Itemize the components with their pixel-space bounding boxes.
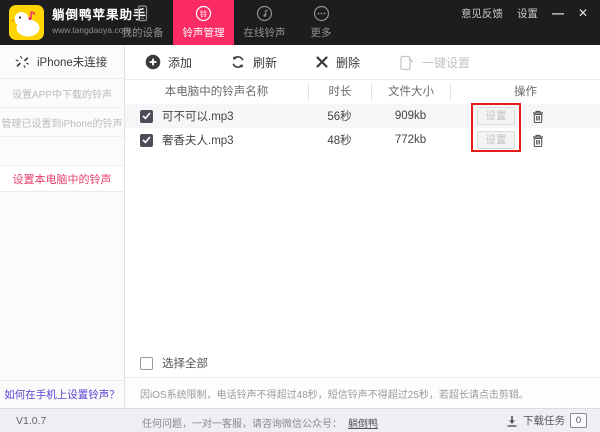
download-label: 下载任务	[523, 413, 565, 428]
header-action: 操作	[450, 83, 600, 101]
sidebar-help-link[interactable]: 如何在手机上设置铃声？	[0, 380, 124, 408]
notice-text: 因iOS系统限制，电话铃声不得超过48秒，短信铃声不得超过25秒，若超长请点击剪…	[140, 386, 529, 401]
cell-actions: 设置	[450, 107, 600, 125]
app-window: 躺倒鸭苹果助手 www.tangdaoya.com 我的设备 铃	[0, 0, 600, 432]
delete-label: 删除	[336, 54, 360, 71]
header-duration: 时长	[308, 83, 371, 101]
download-tasks-button[interactable]: 下载任务 0	[506, 413, 587, 428]
tab-label: 更多	[311, 25, 332, 40]
feedback-link[interactable]: 意见反馈	[461, 6, 503, 21]
tab-label: 铃声管理	[183, 25, 225, 40]
toolbar: 添加 刷新 删除	[125, 45, 600, 80]
add-button[interactable]: 添加	[145, 54, 192, 71]
phone-setup-icon	[398, 54, 415, 71]
download-count-badge: 0	[570, 413, 587, 428]
trash-icon[interactable]	[532, 134, 544, 147]
row-checkbox-checked[interactable]	[140, 134, 153, 147]
tab-label: 在线铃声	[244, 25, 286, 40]
one-key-setup-button[interactable]: 一键设置	[398, 54, 470, 71]
trash-icon[interactable]	[532, 110, 544, 123]
tab-ringtone-manage[interactable]: 铃 铃声管理	[173, 0, 234, 45]
sidebar-item-app-ringtones[interactable]: 设置APP中下载的铃声	[0, 79, 124, 108]
ringtone-name: 奢香夫人.mp3	[162, 132, 234, 148]
table-row: 奢香夫人.mp3 48秒 772kb 设置	[125, 128, 600, 152]
refresh-icon	[230, 54, 246, 70]
main-content: 添加 刷新 删除	[125, 45, 600, 408]
refresh-label: 刷新	[253, 54, 277, 71]
sidebar-item-label: 设置APP中下载的铃声	[12, 86, 112, 101]
titlebar-actions: 意见反馈 设置 — ✕	[461, 0, 588, 26]
delete-button[interactable]: 删除	[315, 54, 360, 71]
close-button[interactable]: ✕	[578, 7, 588, 19]
header-name: 本电脑中的铃声名称	[125, 83, 308, 101]
svg-text:铃: 铃	[200, 8, 208, 18]
statusbar: V1.0.7 任何问题，一对一客服，请咨询微信公众号： 躺倒鸭 下载任务 0	[0, 408, 600, 432]
titlebar: 躺倒鸭苹果助手 www.tangdaoya.com 我的设备 铃	[0, 0, 600, 45]
download-icon	[506, 415, 518, 427]
settings-link[interactable]: 设置	[517, 6, 538, 21]
set-ringtone-button[interactable]: 设置	[477, 131, 515, 149]
ringtone-name: 可不可以.mp3	[162, 108, 234, 124]
ringtone-duration: 56秒	[308, 108, 371, 124]
more-icon	[313, 5, 330, 22]
refresh-button[interactable]: 刷新	[230, 54, 277, 71]
wechat-account-link[interactable]: 躺倒鸭	[348, 415, 378, 430]
ringtone-size: 772kb	[371, 134, 450, 146]
minimize-button[interactable]: —	[552, 7, 564, 19]
broken-link-icon	[15, 55, 30, 69]
table-header: 本电脑中的铃声名称 时长 文件大小 操作	[125, 80, 600, 104]
set-ringtone-button[interactable]: 设置	[477, 107, 515, 125]
sidebar-item-local-ringtones-active[interactable]: 设置本电脑中的铃声	[0, 165, 124, 192]
add-icon	[145, 54, 161, 70]
version-label: V1.0.7	[16, 415, 46, 427]
ios-limit-notice: 因iOS系统限制，电话铃声不得超过48秒，短信铃声不得超过25秒，若超长请点击剪…	[125, 377, 600, 408]
ringtone-size: 909kb	[371, 110, 450, 122]
sidebar-item-label: 管理已设置到iPhone的铃声	[1, 115, 122, 130]
cell-name: 奢香夫人.mp3	[125, 132, 308, 148]
ringtone-icon: 铃	[195, 5, 212, 22]
header-size: 文件大小	[371, 83, 450, 101]
cell-name: 可不可以.mp3	[125, 108, 308, 124]
select-all-label: 选择全部	[162, 355, 208, 371]
row-checkbox-checked[interactable]	[140, 110, 153, 123]
app-logo-duck-icon	[9, 5, 44, 40]
connection-label: iPhone未连接	[37, 54, 107, 70]
support-text: 任何问题，一对一客服，请咨询微信公众号： 躺倒鸭	[142, 415, 378, 430]
sidebar-connection-status: iPhone未连接	[0, 45, 124, 79]
support-message: 任何问题，一对一客服，请咨询微信公众号：	[142, 415, 342, 430]
main-tabs: 我的设备 铃 铃声管理	[112, 0, 347, 45]
tab-more[interactable]: 更多	[295, 0, 347, 45]
tab-online-ringtones[interactable]: 在线铃声	[234, 0, 295, 45]
music-icon	[256, 5, 273, 22]
ringtone-duration: 48秒	[308, 132, 371, 148]
delete-x-icon	[315, 55, 329, 69]
one-key-label: 一键设置	[422, 54, 470, 71]
tab-my-devices[interactable]: 我的设备	[112, 0, 173, 45]
help-link-label: 如何在手机上设置铃声？	[4, 387, 120, 402]
sidebar-item-iphone-ringtones[interactable]: 管理已设置到iPhone的铃声	[0, 108, 124, 137]
select-all-checkbox[interactable]	[140, 357, 153, 370]
tab-label: 我的设备	[122, 25, 164, 40]
cell-actions: 设置	[450, 131, 600, 149]
sidebar-item-label: 设置本电脑中的铃声	[13, 171, 112, 187]
phone-icon	[134, 5, 151, 22]
select-all-row: 选择全部	[140, 355, 208, 371]
add-label: 添加	[168, 54, 192, 71]
table-row: 可不可以.mp3 56秒 909kb 设置	[125, 104, 600, 128]
sidebar: iPhone未连接 设置APP中下载的铃声 管理已设置到iPhone的铃声 设置…	[0, 45, 125, 408]
